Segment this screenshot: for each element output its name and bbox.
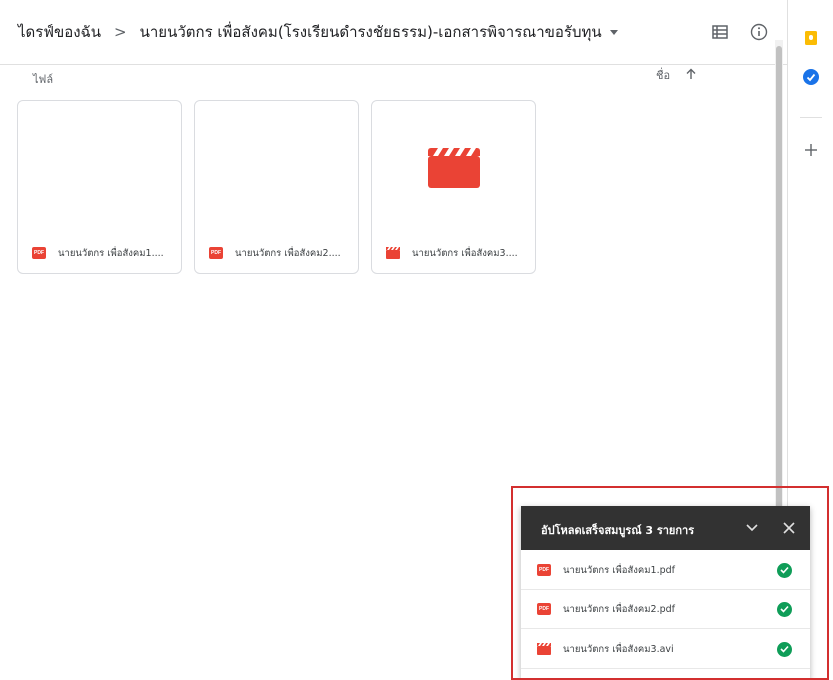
list-view-icon[interactable] <box>708 20 732 44</box>
tasks-icon[interactable] <box>802 68 820 86</box>
sort-label[interactable]: ชื่อ <box>656 66 670 84</box>
video-clapper-icon <box>427 148 480 188</box>
breadcrumb-root[interactable]: ไดรฟ์ของฉัน <box>18 20 101 44</box>
file-thumbnail[interactable] <box>195 101 358 235</box>
folder-menu-caret-icon[interactable] <box>609 29 618 35</box>
highlight-annotation-box <box>511 486 829 680</box>
file-thumbnail[interactable] <box>372 101 535 235</box>
arrow-up-icon[interactable] <box>686 68 696 83</box>
video-icon <box>386 247 400 259</box>
breadcrumb-current-folder[interactable]: นายนวัตกร เพื่อสังคม(โรงเรียนดำรงชัยธรรม… <box>140 20 602 44</box>
file-name: นายนวัตกร เพื่อสังคม1.... <box>58 247 164 259</box>
breadcrumb: ไดรฟ์ของฉัน > นายนวัตกร เพื่อสังคม(โรงเร… <box>18 20 618 44</box>
file-name: นายนวัตกร เพื่อสังคม2.... <box>235 247 341 259</box>
top-bar: ไดรฟ์ของฉัน > นายนวัตกร เพื่อสังคม(โรงเร… <box>0 0 787 65</box>
file-card[interactable]: PDF นายนวัตกร เพื่อสังคม1.... <box>17 100 182 274</box>
file-card[interactable]: PDF นายนวัตกร เพื่อสังคม2.... <box>194 100 359 274</box>
file-card[interactable]: นายนวัตกร เพื่อสังคม3.... <box>371 100 536 274</box>
side-panel-divider <box>800 117 822 118</box>
file-card-footer[interactable]: PDF นายนวัตกร เพื่อสังคม2.... <box>195 233 358 273</box>
breadcrumb-separator: > <box>114 23 127 41</box>
info-icon[interactable] <box>747 20 771 44</box>
files-section-title: ไฟล์ <box>33 73 54 86</box>
pdf-icon: PDF <box>32 247 46 259</box>
file-thumbnail[interactable] <box>18 101 181 235</box>
add-icon[interactable] <box>802 141 820 159</box>
file-card-footer[interactable]: PDF นายนวัตกร เพื่อสังคม1.... <box>18 233 181 273</box>
keep-icon[interactable] <box>802 29 820 47</box>
sort-control[interactable]: ชื่อ <box>656 66 696 84</box>
file-card-footer[interactable]: นายนวัตกร เพื่อสังคม3.... <box>372 233 535 273</box>
pdf-icon: PDF <box>209 247 223 259</box>
file-name: นายนวัตกร เพื่อสังคม3.... <box>412 247 518 259</box>
